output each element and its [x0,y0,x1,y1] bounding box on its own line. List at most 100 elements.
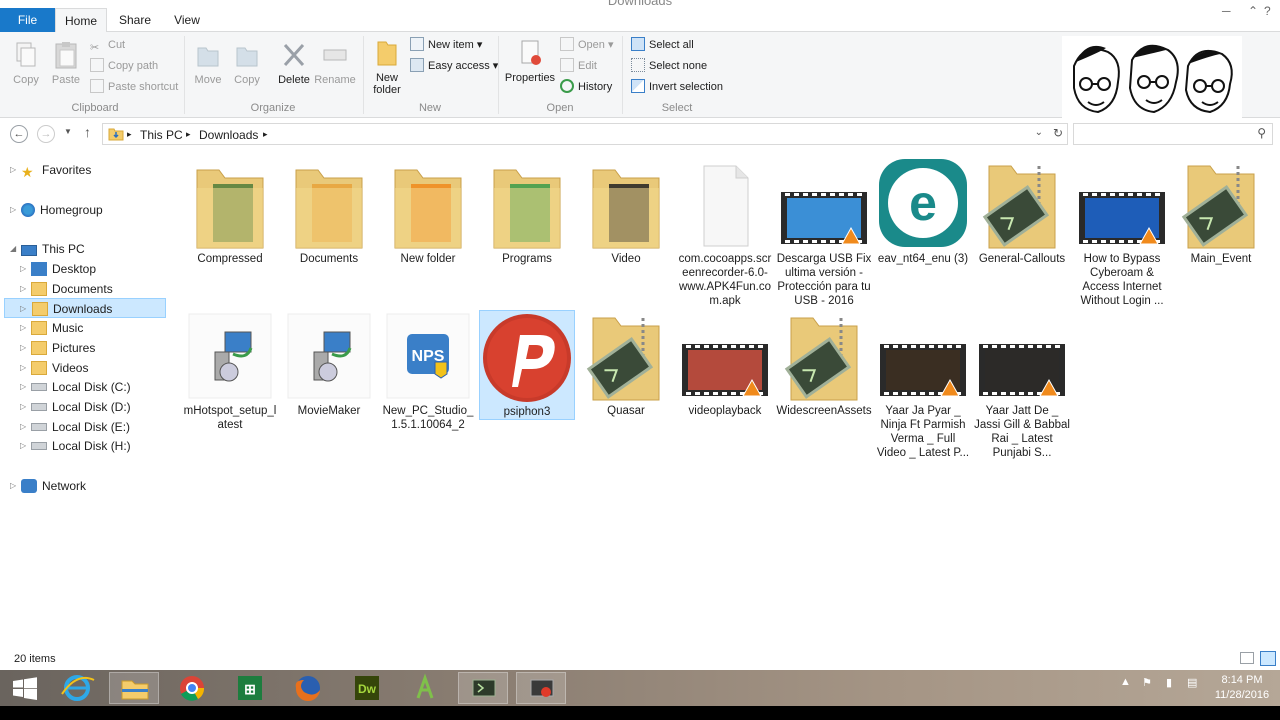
video-file-icon [1077,158,1167,250]
battery-icon[interactable]: ▮ [1166,676,1172,689]
downloads-folder-icon [108,128,124,141]
nav-local-disk-c[interactable]: ▷ Local Disk (C:) [20,377,131,397]
nav-favorites[interactable]: ▷ ★ Favorites [10,160,91,180]
cut-button[interactable]: ✂ Cut [90,36,125,54]
action-center-flag-icon[interactable]: ⚑ [1142,676,1152,689]
copy-to-button[interactable]: Copy to [229,40,265,86]
large-icons-view-icon[interactable] [1260,651,1276,666]
network-tray-icon[interactable]: ▤ [1187,676,1197,689]
taskbar-file-explorer[interactable] [109,672,159,704]
back-icon[interactable]: ← [10,125,28,143]
file-item[interactable]: New folder [380,158,476,266]
nav-pictures[interactable]: ▷ Pictures [20,338,95,358]
properties-button[interactable]: Properties [504,38,556,84]
taskbar-internet-explorer[interactable] [52,672,102,704]
new-group-label: New [418,102,441,114]
show-hidden-icons-icon[interactable]: ▲ [1120,676,1131,688]
nav-documents[interactable]: ▷ Documents [20,279,113,299]
nav-music-label: Music [52,321,84,335]
clock[interactable]: 8:14 PM 11/28/2016 [1208,673,1276,703]
nav-local-disk-d-label: Local Disk (D:) [52,400,131,414]
help-icon[interactable]: ? [1264,4,1271,18]
file-item[interactable]: com.cocoapps.screenrecorder-6.0-www.APK4… [677,158,773,308]
tab-home[interactable]: Home [55,8,107,33]
firefox-icon [295,676,320,702]
up-arrow-icon[interactable]: ↑ [84,124,91,140]
file-item[interactable]: How to Bypass Cyberoam & Access Internet… [1074,158,1170,308]
taskbar-excel[interactable]: ⊞ [225,672,275,704]
copy-button[interactable]: Copy [8,40,44,86]
refresh-icon[interactable]: ↻ [1053,126,1063,140]
nav-desktop[interactable]: ▷ Desktop [20,259,96,279]
copy-path-button[interactable]: Copy path [90,57,158,75]
select-none-button[interactable]: Select none [631,57,707,75]
file-item[interactable]: Documents [281,158,377,266]
nav-downloads[interactable]: ▷ Downloads [4,298,166,318]
nav-this-pc[interactable]: ◢ This PC [10,239,85,259]
taskbar-firefox[interactable] [283,672,333,704]
file-item[interactable]: Yaar Jatt De _ Jassi Gill & Babbal Rai _… [974,310,1070,460]
file-item[interactable]: mHotspot_setup_latest [182,310,278,432]
new-item-button[interactable]: New item ▾ [410,36,482,54]
file-item[interactable]: General-Callouts [974,158,1070,266]
file-item[interactable]: Yaar Ja Pyar _ Ninja Ft Parmish Verma _ … [875,310,971,460]
taskbar-camtasia[interactable] [458,672,508,704]
address-bar[interactable]: ▸ This PC ▸ Downloads ▸ ⌄ ↻ [102,123,1068,145]
address-dropdown-icon[interactable]: ⌄ [1035,127,1043,138]
file-item[interactable]: Quasar [578,310,674,418]
file-item[interactable]: Descarga USB Fix ultima versión - Protec… [776,158,872,308]
search-input[interactable]: ⚲ [1073,123,1273,145]
nav-homegroup[interactable]: ▷ Homegroup [10,200,103,220]
cut-label: Cut [108,39,126,51]
breadcrumb-this-pc[interactable]: This PC [140,128,183,142]
details-view-icon[interactable] [1240,652,1254,664]
file-item[interactable]: Programs [479,158,575,266]
history-button[interactable]: History [560,78,612,96]
forward-icon[interactable]: → [37,125,55,143]
start-button[interactable] [0,672,50,704]
taskbar: ⊞ Dw ▲ ⚑ ▮ ▤ 8:14 PM 11/28/2016 [0,670,1280,706]
nav-downloads-label: Downloads [53,302,113,316]
move-to-button[interactable]: Move to [190,40,226,86]
open-button[interactable]: Open ▾ [560,36,614,54]
nav-local-disk-e[interactable]: ▷ Local Disk (E:) [20,417,130,437]
file-explorer-icon [121,680,149,700]
nav-videos[interactable]: ▷ Videos [20,358,88,378]
edit-button[interactable]: Edit [560,57,597,75]
file-item[interactable]: psiphon3 [479,310,575,420]
file-item[interactable]: Video [578,158,674,266]
nav-network[interactable]: ▷ Network [10,476,86,496]
tab-share[interactable]: Share [110,8,160,32]
delete-button[interactable]: Delete [276,40,312,86]
file-item[interactable]: WidescreenAssets [776,310,872,418]
invert-selection-button[interactable]: Invert selection [631,78,723,96]
taskbar-android-studio[interactable] [400,672,450,704]
rename-button[interactable]: Rename [314,40,356,86]
nav-music[interactable]: ▷ Music [20,318,83,338]
nav-local-disk-d[interactable]: ▷ Local Disk (D:) [20,397,131,417]
paste-shortcut-button[interactable]: Paste shortcut [90,78,178,96]
file-item[interactable]: e eav_nt64_enu (3) [875,158,971,266]
nav-local-disk-h[interactable]: ▷ Local Disk (H:) [20,436,131,456]
file-item[interactable]: videoplayback [677,310,773,418]
expand-ribbon-icon[interactable]: ⌃ [1248,4,1258,18]
file-item[interactable]: MovieMaker [281,310,377,418]
breadcrumb-downloads[interactable]: Downloads [199,128,258,142]
tab-view[interactable]: View [162,8,212,32]
file-item[interactable]: Compressed [182,158,278,266]
easy-access-button[interactable]: Easy access ▾ [410,57,498,75]
installer-icon [284,310,374,402]
taskbar-chrome[interactable] [167,672,217,704]
minimize-icon[interactable]: ─ [1222,4,1231,18]
taskbar-dreamweaver[interactable]: Dw [342,672,392,704]
paste-button[interactable]: Paste [48,40,84,86]
delete-x-icon [283,43,305,67]
taskbar-recorder[interactable] [516,672,566,704]
new-folder-button[interactable]: New folder [368,38,406,96]
excel-icon: ⊞ [238,676,262,700]
file-item[interactable]: NPS New_PC_Studio_1.5.1.10064_2 [380,310,476,432]
recent-locations-icon[interactable]: ▼ [64,127,72,136]
select-all-button[interactable]: Select all [631,36,694,54]
file-item[interactable]: Main_Event [1173,158,1269,266]
tab-file[interactable]: File [0,8,55,32]
